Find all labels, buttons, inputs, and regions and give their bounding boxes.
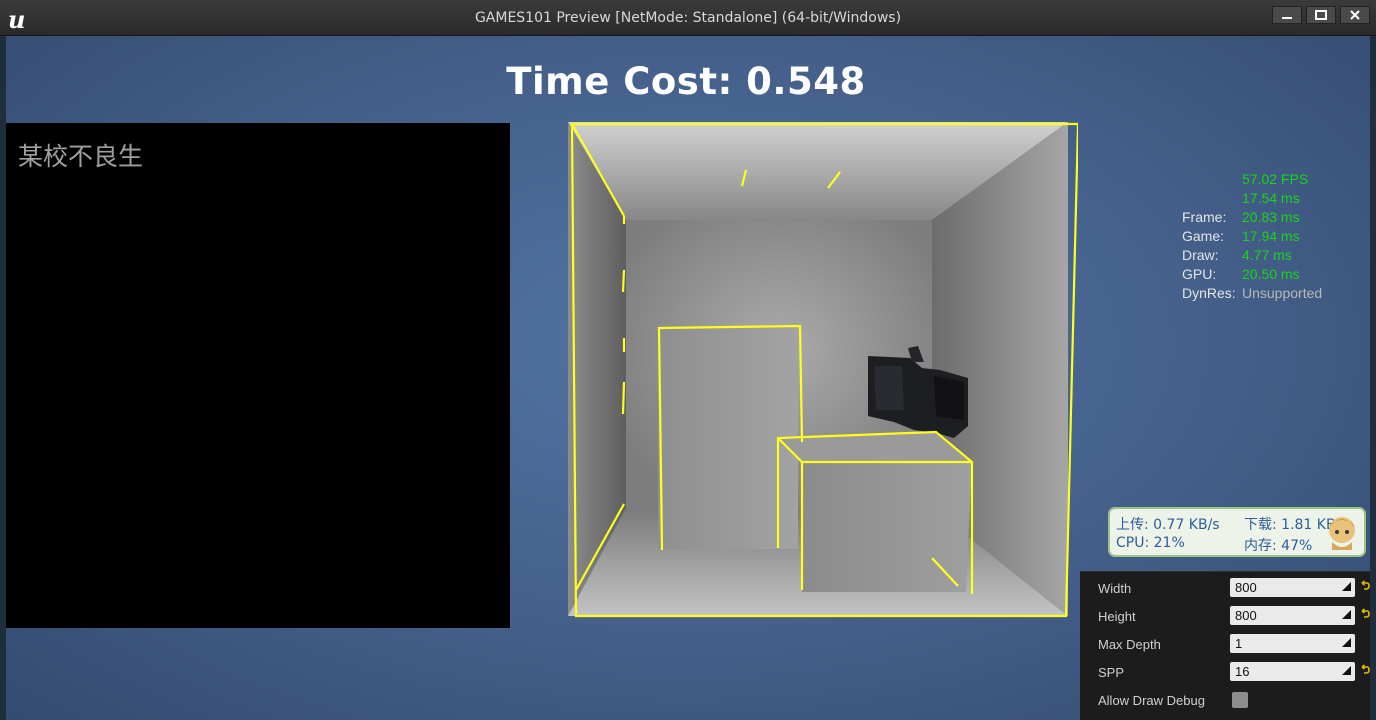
close-icon <box>1350 10 1360 20</box>
stats-overlay: 57.02 FPS 17.54 ms Frame: 20.83 ms Game: 1… <box>1182 170 1322 303</box>
setting-row-height: Height 800 <box>1080 603 1370 631</box>
max-depth-value: 1 <box>1235 636 1243 651</box>
height-value: 800 <box>1235 608 1257 623</box>
time-cost-label: Time Cost: 0.548 <box>506 60 866 103</box>
cornell-box-scene <box>568 122 1078 618</box>
minimize-icon <box>1282 17 1292 19</box>
cpu-usage: CPU: 21% <box>1116 535 1185 551</box>
width-value: 800 <box>1235 580 1257 595</box>
stat-value: Unsupported <box>1242 285 1323 301</box>
reset-arrow-icon[interactable] <box>1361 580 1370 594</box>
window-title: GAMES101 Preview [NetMode: Standalone] (… <box>474 10 902 26</box>
setting-row-allow-draw-debug: Allow Draw Debug <box>1080 687 1370 715</box>
expand-arrow-icon[interactable] <box>1341 581 1352 592</box>
setting-label: Width <box>1098 581 1132 596</box>
width-input[interactable]: 800 <box>1230 578 1355 597</box>
spp-value: 16 <box>1235 664 1250 679</box>
fps-value: 57.02 FPS <box>1242 171 1309 187</box>
stat-value: 17.94 ms <box>1242 228 1300 244</box>
anime-avatar-icon <box>1329 517 1355 550</box>
stat-label: Game: <box>1182 228 1225 244</box>
expand-arrow-icon[interactable] <box>1341 665 1352 676</box>
minimize-button[interactable] <box>1272 6 1302 24</box>
render-output-panel: 某校不良生 <box>6 123 510 628</box>
panel-watermark-text: 某校不良生 <box>18 142 144 171</box>
window-controls <box>1272 6 1370 24</box>
render-settings-panel: Width 800 Height 800 Max Depth 1 SPP 16 … <box>1080 571 1370 720</box>
allow-draw-debug-checkbox[interactable] <box>1232 692 1248 708</box>
reset-arrow-icon[interactable] <box>1361 608 1370 622</box>
stat-value: 20.50 ms <box>1242 266 1300 282</box>
upload-speed: 上传: 0.77 KB/s <box>1116 517 1220 533</box>
setting-label: Allow Draw Debug <box>1098 693 1205 708</box>
expand-arrow-icon[interactable] <box>1341 609 1352 620</box>
max-depth-input[interactable]: 1 <box>1230 634 1355 653</box>
maximize-button[interactable] <box>1306 6 1336 24</box>
stat-value: 20.83 ms <box>1242 209 1300 225</box>
ms-value: 17.54 ms <box>1242 190 1300 206</box>
setting-label: Max Depth <box>1098 637 1161 652</box>
reset-arrow-icon[interactable] <box>1361 664 1370 678</box>
stat-label: GPU: <box>1182 266 1217 282</box>
network-monitor-widget[interactable]: 上传: 0.77 KB/s 下载: 1.81 KB/s CPU: 21% 内存:… <box>1108 507 1366 557</box>
game-viewport[interactable]: Time Cost: 0.548 某校不良生 57.02 FPS 17.54 m… <box>6 36 1370 720</box>
stat-value: 4.77 ms <box>1242 247 1292 263</box>
expand-arrow-icon[interactable] <box>1341 637 1352 648</box>
memory-usage: 内存: 47% <box>1244 538 1313 554</box>
setting-label: Height <box>1098 609 1136 624</box>
height-input[interactable]: 800 <box>1230 606 1355 625</box>
stat-label: DynRes: <box>1182 285 1236 301</box>
stat-label: Frame: <box>1182 209 1227 225</box>
setting-row-width: Width 800 <box>1080 575 1370 603</box>
setting-label: SPP <box>1098 665 1125 680</box>
maximize-icon <box>1315 10 1327 20</box>
setting-row-spp: SPP 16 <box>1080 659 1370 687</box>
close-button[interactable] <box>1340 6 1370 24</box>
stat-label: Draw: <box>1182 247 1219 263</box>
setting-row-max-depth: Max Depth 1 <box>1080 631 1370 659</box>
window-titlebar: u GAMES101 Preview [NetMode: Standalone]… <box>0 0 1376 36</box>
spp-input[interactable]: 16 <box>1230 662 1355 681</box>
